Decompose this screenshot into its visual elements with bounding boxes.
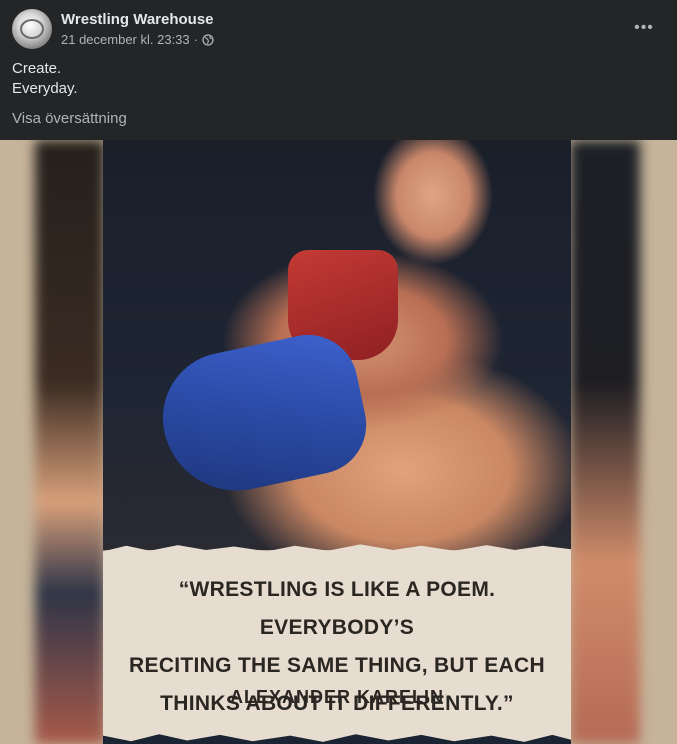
quote-line: “WRESTLING IS LIKE A POEM. EVERYBODY’S xyxy=(178,578,496,639)
caption-line: Everyday. xyxy=(12,80,78,97)
blue-singlet xyxy=(150,325,376,505)
post-timestamp[interactable]: 21 december kl. 23:33 xyxy=(61,32,190,47)
quote-line: RECITING THE SAME THING, BUT EACH xyxy=(129,654,545,677)
post-image[interactable]: “WRESTLING IS LIKE A POEM. EVERYBODY’S R… xyxy=(0,140,677,744)
blurred-background-left xyxy=(35,140,105,744)
post-header: Wrestling Warehouse 21 december kl. 23:3… xyxy=(0,0,677,140)
wrestling-photo xyxy=(103,140,571,550)
more-horizontal-icon: ••• xyxy=(634,19,654,36)
quote-author: ALEXANDER KARELIN xyxy=(229,687,444,707)
page-name-link[interactable]: Wrestling Warehouse xyxy=(61,11,214,28)
more-options-button[interactable]: ••• xyxy=(628,14,660,42)
post-meta: 21 december kl. 23:33 · xyxy=(61,32,214,47)
meta-separator: · xyxy=(193,32,198,47)
logo-emblem xyxy=(20,19,44,39)
page-avatar[interactable] xyxy=(12,9,52,49)
post-caption: Create. Everyday. xyxy=(12,59,78,99)
quote-panel: “WRESTLING IS LIKE A POEM. EVERYBODY’S R… xyxy=(103,555,571,744)
globe-icon[interactable] xyxy=(202,33,214,46)
blurred-background-right xyxy=(570,140,640,744)
caption-line: Create. xyxy=(12,60,62,77)
see-translation-link[interactable]: Visa översättning xyxy=(12,110,127,127)
